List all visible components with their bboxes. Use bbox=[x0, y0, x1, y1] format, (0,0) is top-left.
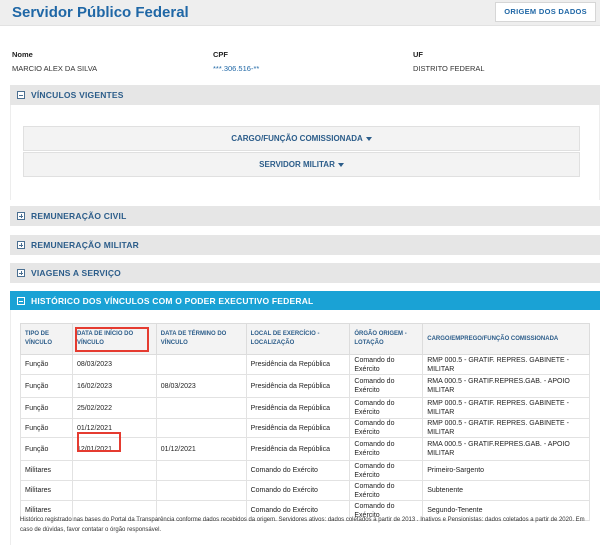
cell-inicio bbox=[71, 480, 157, 501]
cell-inicio bbox=[71, 460, 157, 481]
section-title: HISTÓRICO DOS VÍNCULOS COM O PODER EXECU… bbox=[31, 296, 314, 306]
cpf-label: CPF bbox=[213, 50, 228, 59]
cell-local: Presidência da República bbox=[245, 374, 351, 398]
cell-local: Presidência da República bbox=[245, 418, 351, 438]
person-uf-field: UF DISTRITO FEDERAL bbox=[413, 50, 485, 73]
cell-termino bbox=[155, 480, 247, 501]
table-row: Militares Comando do Exército Comando do… bbox=[20, 480, 590, 501]
cell-orgao: Comando do Exército bbox=[349, 374, 424, 398]
cell-termino bbox=[155, 397, 247, 419]
cell-termino bbox=[155, 460, 247, 481]
person-name-field: Nome MARCIO ALEX DA SILVA bbox=[12, 50, 97, 73]
name-value: MARCIO ALEX DA SILVA bbox=[12, 64, 98, 73]
collapse-icon bbox=[17, 297, 25, 305]
cell-cargo: RMP 000.5 - GRATIF. REPRES. GABINETE - M… bbox=[422, 354, 590, 375]
table-row: Função 08/03/2023 Presidência da Repúbli… bbox=[20, 354, 590, 375]
uf-value: DISTRITO FEDERAL bbox=[413, 64, 485, 73]
cell-termino: 08/03/2023 bbox=[155, 374, 247, 398]
cell-orgao: Comando do Exército bbox=[349, 437, 424, 461]
col-data-termino[interactable]: DATA DE TÉRMINO DO VÍNCULO bbox=[155, 323, 247, 355]
caret-down-icon bbox=[337, 162, 344, 167]
cell-tipo: Função bbox=[20, 397, 73, 419]
cell-cargo: RMA 000.5 - GRATIF.REPRES.GAB. - APOIO M… bbox=[422, 437, 590, 461]
vinculos-panel: CARGO/FUNÇÃO COMISSIONADA SERVIDOR MILIT… bbox=[10, 105, 600, 200]
name-label: Nome bbox=[12, 50, 33, 59]
cell-orgao: Comando do Exército bbox=[349, 418, 424, 438]
cell-tipo: Militares bbox=[20, 480, 73, 501]
cell-local: Comando do Exército bbox=[245, 460, 351, 481]
expand-icon bbox=[17, 212, 25, 220]
highlight-box-data-inicio-header bbox=[75, 327, 149, 352]
section-historico-vinculos[interactable]: HISTÓRICO DOS VÍNCULOS COM O PODER EXECU… bbox=[10, 291, 600, 311]
cell-cargo: RMP 000.5 - GRATIF. REPRES. GABINETE - M… bbox=[422, 418, 590, 438]
cell-tipo: Função bbox=[20, 374, 73, 398]
servidor-militar-dropdown[interactable]: SERVIDOR MILITAR bbox=[23, 152, 580, 177]
cargo-funcao-label: CARGO/FUNÇÃO COMISSIONADA bbox=[231, 134, 363, 143]
cell-local: Comando do Exército bbox=[245, 480, 351, 501]
servidor-militar-label: SERVIDOR MILITAR bbox=[259, 160, 335, 169]
cell-orgao: Comando do Exército bbox=[349, 354, 424, 375]
section-viagens-servico[interactable]: VIAGENS A SERVIÇO bbox=[10, 263, 600, 283]
person-cpf-field: CPF ***.306.516-** bbox=[213, 50, 259, 73]
historico-footnote: Histórico registrado nas bases do Portal… bbox=[20, 517, 585, 533]
caret-down-icon bbox=[365, 136, 372, 141]
table-row: Função 16/02/2023 08/03/2023 Presidência… bbox=[20, 374, 590, 398]
cell-termino bbox=[155, 418, 247, 438]
expand-icon bbox=[17, 269, 25, 277]
col-cargo-funcao[interactable]: CARGO/EMPREGO/FUNÇÃO COMISSIONADA bbox=[422, 323, 590, 355]
cell-inicio: 16/02/2023 bbox=[71, 374, 157, 398]
historico-table: TIPO DE VÍNCULO DATA DE INÍCIO DO VÍNCUL… bbox=[20, 323, 590, 521]
cell-tipo: Militares bbox=[20, 460, 73, 481]
cell-local: Presidência da República bbox=[245, 437, 351, 461]
uf-label: UF bbox=[413, 50, 423, 59]
cell-cargo: Subtenente bbox=[422, 480, 590, 501]
cell-orgao: Comando do Exército bbox=[349, 480, 424, 501]
cell-termino bbox=[155, 354, 247, 375]
section-title: REMUNERAÇÃO CIVIL bbox=[31, 211, 127, 221]
cell-local: Presidência da República bbox=[245, 354, 351, 375]
cell-cargo: RMP 000.5 - GRATIF. REPRES. GABINETE - M… bbox=[422, 397, 590, 419]
table-row: Militares Comando do Exército Comando do… bbox=[20, 460, 590, 481]
cpf-value: ***.306.516-** bbox=[213, 64, 260, 73]
origin-data-button[interactable]: ORIGEM DOS DADOS bbox=[495, 2, 596, 22]
highlight-box-data-inicio-cell bbox=[77, 432, 121, 452]
expand-icon bbox=[17, 241, 25, 249]
cell-termino: 01/12/2021 bbox=[155, 437, 247, 461]
col-local-exercicio[interactable]: LOCAL DE EXERCÍCIO - LOCALIZAÇÃO bbox=[245, 323, 351, 355]
page-title: Servidor Público Federal bbox=[12, 4, 189, 21]
cell-tipo: Função bbox=[20, 418, 73, 438]
cargo-funcao-dropdown[interactable]: CARGO/FUNÇÃO COMISSIONADA bbox=[23, 126, 580, 151]
section-title: VIAGENS A SERVIÇO bbox=[31, 268, 121, 278]
section-remuneracao-civil[interactable]: REMUNERAÇÃO CIVIL bbox=[10, 206, 600, 226]
section-remuneracao-militar[interactable]: REMUNERAÇÃO MILITAR bbox=[10, 235, 600, 255]
table-row: Função 25/02/2022 Presidência da Repúbli… bbox=[20, 397, 590, 419]
cell-inicio: 08/03/2023 bbox=[71, 354, 157, 375]
cell-orgao: Comando do Exército bbox=[349, 397, 424, 419]
section-vinculos-vigentes[interactable]: VÍNCULOS VIGENTES bbox=[10, 85, 600, 105]
cell-inicio: 25/02/2022 bbox=[71, 397, 157, 419]
cell-tipo: Função bbox=[20, 354, 73, 375]
cell-tipo: Função bbox=[20, 437, 73, 461]
col-tipo-vinculo[interactable]: TIPO DE VÍNCULO bbox=[20, 323, 73, 355]
collapse-icon bbox=[17, 91, 25, 99]
section-title: REMUNERAÇÃO MILITAR bbox=[31, 240, 139, 250]
section-title: VÍNCULOS VIGENTES bbox=[31, 90, 124, 100]
cell-cargo: Primeiro-Sargento bbox=[422, 460, 590, 481]
cell-local: Presidência da República bbox=[245, 397, 351, 419]
cell-orgao: Comando do Exército bbox=[349, 460, 424, 481]
col-orgao-origem[interactable]: ÓRGÃO ORIGEM - LOTAÇÃO bbox=[349, 323, 424, 355]
cell-cargo: RMA 000.5 - GRATIF.REPRES.GAB. - APOIO M… bbox=[422, 374, 590, 398]
page-header: Servidor Público Federal ORIGEM DOS DADO… bbox=[0, 0, 600, 26]
